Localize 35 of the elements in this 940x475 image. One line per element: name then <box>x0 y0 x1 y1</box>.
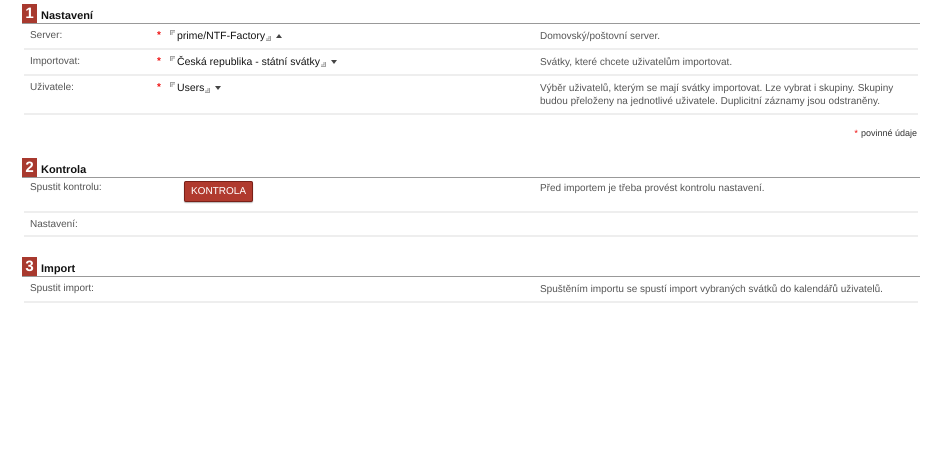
section-number: 1 <box>22 4 37 23</box>
caret-down-icon[interactable] <box>215 86 222 90</box>
field-description: Svátky, které chcete uživatelům importovat. <box>540 56 734 69</box>
section-title: Nastavení <box>41 10 93 22</box>
field-label: Server: <box>30 30 64 43</box>
corner-icon <box>266 36 272 41</box>
selected-value[interactable]: Česká republika - státní svátky <box>177 56 320 68</box>
section-number: 2 <box>22 158 37 177</box>
field-description: Spuštěním importu se spustí import vybraných svátků do kalendářů uživatelů. <box>540 283 884 296</box>
field-label: Nastavení: <box>30 219 79 230</box>
check-button[interactable]: KONTROLA <box>184 181 254 202</box>
field-label: Importovat: <box>30 56 82 69</box>
required-mark: * <box>157 82 162 95</box>
caret-up-icon[interactable] <box>276 34 282 38</box>
section-title: Import <box>41 263 76 275</box>
field-label: Uživatele: <box>30 82 75 95</box>
selected-value[interactable]: prime/NTF-Factory <box>177 30 266 42</box>
field-description: Domovský/poštovní server. <box>540 30 662 43</box>
corner-icon <box>170 82 175 87</box>
field-description: Výběr uživatelů, kterým se mají svátky importovat. Lze vybrat i skupiny. Skupiny budou přeloženy na jednotlivé uživatele. Duplicitní záznamy jsou odstraněny. <box>540 82 894 108</box>
field-description: Před importem je třeba provést kontrolu nastavení. <box>540 182 766 196</box>
required-mark: * <box>157 56 162 69</box>
corner-icon <box>170 56 175 61</box>
required-mark: * <box>854 128 858 138</box>
corner-icon <box>205 88 210 93</box>
corner-icon <box>170 30 175 35</box>
section-number: 3 <box>22 257 37 276</box>
field-label: Spustit import: <box>30 283 95 296</box>
caret-down-icon[interactable] <box>330 60 337 64</box>
field-label: Spustit kontrolu: <box>30 182 103 195</box>
section-title: Kontrola <box>41 164 86 176</box>
corner-icon <box>320 62 326 67</box>
required-mark: * <box>157 30 162 43</box>
selected-value[interactable]: Users <box>177 82 204 94</box>
legend-text: povinné údaje <box>860 128 917 138</box>
